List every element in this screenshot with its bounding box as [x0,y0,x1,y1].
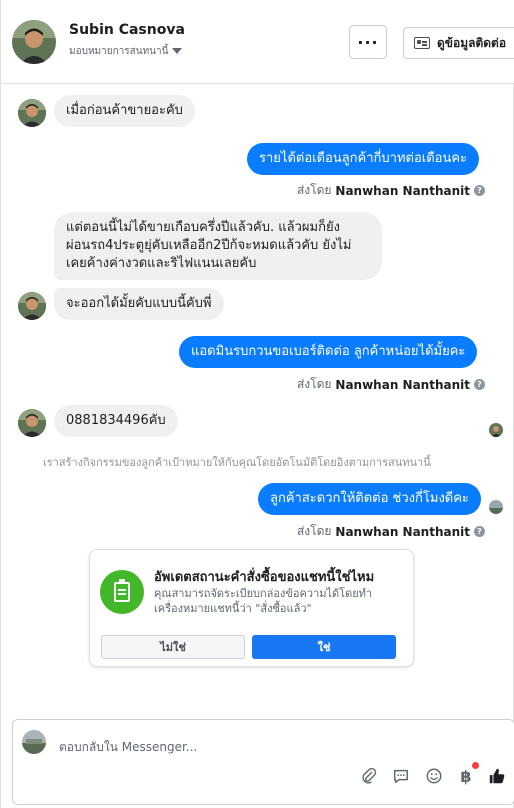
sent-by-prefix: ส่งโดย [296,524,332,538]
incoming-message[interactable]: เมื่อก่อนค้าขายอะคับ [54,95,195,127]
conversation-panel: Subin Casnova มอบหมายการสนทนานี้ ··· ดูข… [0,0,514,808]
info-icon[interactable]: ? [474,526,485,537]
order-card-title: อัพเดตสถานะคำสั่งซื้อของแชทนี้ใช่ไหม [154,570,375,585]
payment-baht-icon[interactable]: ฿ [456,762,479,786]
outgoing-message[interactable]: แอดมินรบกวนขอเบอร์ติดต่อ ลูกค้าหน่อยได้ม… [179,336,478,368]
view-contact-info-label: ดูข้อมูลติดต่อ [437,35,507,50]
sender-name[interactable]: Nanwhan Nanthanit [335,184,470,198]
conversation-header: Subin Casnova มอบหมายการสนทนานี้ ··· ดูข… [1,0,514,84]
incoming-message[interactable]: แต่ตอนนี้ไม่ได้ขายเกือบครึ่งปีแล้วคับ. แ… [54,212,382,280]
assign-conversation-dropdown[interactable]: มอบหมายการสนทนานี้ [69,44,183,59]
sent-by-label: ส่งโดย Nanwhan Nanthanit ? [297,181,485,200]
emoji-icon[interactable] [424,766,444,786]
contact-avatar[interactable] [12,20,56,64]
caret-down-icon [172,48,183,54]
contact-name[interactable]: Subin Casnova [69,22,185,38]
sent-by-label: ส่งโดย Nanwhan Nanthanit ? [297,522,485,541]
order-no-button[interactable]: ไม่ใช่ [101,635,245,659]
read-receipt-avatar [489,423,503,437]
customer-avatar [18,409,46,437]
customer-avatar [18,99,46,127]
reply-composer: ตอบกลับใน Messenger... ฿ [12,719,514,805]
incoming-message[interactable]: 0881834496คับ [54,405,178,437]
automation-system-note: เราสร้างกิจกรรมของลูกค้าเป้าหมายให้กับคุ… [43,456,431,469]
notification-dot [472,762,479,769]
like-thumbs-up-icon[interactable] [487,766,507,786]
info-icon[interactable]: ? [474,185,485,196]
info-icon[interactable]: ? [474,379,485,390]
contact-card-icon [414,37,430,49]
paperclip-icon[interactable] [359,766,379,786]
sender-name[interactable]: Nanwhan Nanthanit [335,525,470,539]
customer-avatar [18,292,46,320]
order-yes-button[interactable]: ใช่ [252,635,396,659]
page-avatar [22,730,46,754]
saved-replies-icon[interactable] [391,766,411,786]
view-contact-info-button[interactable]: ดูข้อมูลติดต่อ [403,27,514,59]
sender-name[interactable]: Nanwhan Nanthanit [335,378,470,392]
outgoing-message[interactable]: ลูกค้าสะดวกให้ติดต่อ ช่วงกี่โมงดีคะ [258,483,481,515]
sent-by-prefix: ส่งโดย [296,183,332,197]
more-options-button[interactable]: ··· [349,25,387,59]
reply-input[interactable]: ตอบกลับใน Messenger... [59,738,197,757]
order-clipboard-icon [100,570,144,614]
outgoing-message[interactable]: รายได้ต่อเดือนลูกค้ากี่บาทต่อเดือนคะ [247,143,480,175]
order-card-description: คุณสามารถจัดระเบียบกล่องข้อความได้โดยทำเ… [154,587,373,615]
baht-symbol: ฿ [460,766,472,786]
sent-by-label: ส่งโดย Nanwhan Nanthanit ? [297,375,485,394]
sent-by-prefix: ส่งโดย [296,377,332,391]
read-receipt-avatar [489,500,503,514]
incoming-message[interactable]: จะออกได้มั้ยคับแบบนี้คับพี่ [54,288,224,320]
order-status-prompt-card: อัพเดตสถานะคำสั่งซื้อของแชทนี้ใช่ไหม คุณ… [89,549,414,667]
assign-label: มอบหมายการสนทนานี้ [69,46,169,57]
